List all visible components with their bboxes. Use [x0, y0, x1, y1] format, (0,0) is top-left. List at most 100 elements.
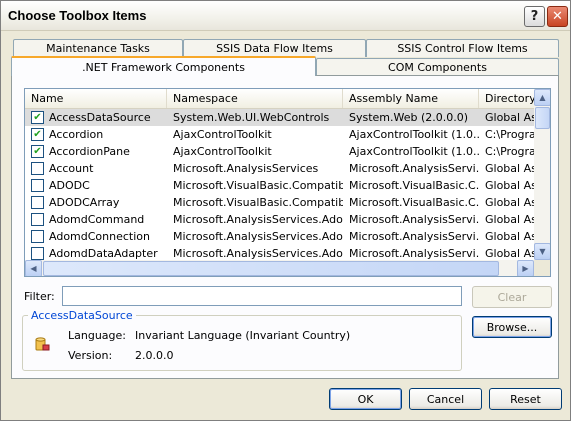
- browse-button[interactable]: Browse...: [472, 316, 552, 338]
- column-header-name[interactable]: Name: [25, 89, 167, 108]
- scroll-left-button[interactable]: ◀: [25, 260, 42, 276]
- close-button[interactable]: ✕: [547, 6, 568, 27]
- component-icon: [35, 337, 50, 351]
- scroll-up-icon: ▲: [539, 93, 546, 102]
- list-item[interactable]: ✔ Accordion AjaxControlToolkit AjaxControlT…: [25, 126, 535, 143]
- title-bar[interactable]: Choose Toolbox Items ? ✕: [1, 1, 570, 31]
- clear-button[interactable]: Clear: [472, 286, 552, 308]
- item-directory: Global Ass: [485, 196, 535, 209]
- item-namespace: AjaxControlToolkit: [173, 128, 272, 141]
- filter-label: Filter:: [24, 290, 55, 303]
- item-namespace: AjaxControlToolkit: [173, 145, 272, 158]
- scroll-up-button[interactable]: ▲: [534, 89, 550, 106]
- item-namespace: Microsoft.VisualBasic.Compatibi...: [173, 196, 343, 209]
- item-checkbox[interactable]: [31, 213, 44, 226]
- item-namespace: System.Web.UI.WebControls: [173, 111, 330, 124]
- ok-button[interactable]: OK: [329, 388, 402, 410]
- filter-input[interactable]: [62, 286, 462, 306]
- item-directory: Global Ass: [485, 230, 535, 243]
- item-name: AdomdCommand: [49, 213, 145, 226]
- tab-maintenance-tasks[interactable]: Maintenance Tasks: [13, 39, 183, 57]
- reset-button-label: Reset: [510, 392, 541, 406]
- cancel-button[interactable]: Cancel: [409, 388, 482, 410]
- close-icon: ✕: [552, 9, 563, 24]
- item-assembly-name: AjaxControlToolkit (1.0...: [349, 145, 479, 158]
- item-checkbox[interactable]: ✔: [31, 111, 44, 124]
- list-item[interactable]: Account Microsoft.AnalysisServices Microso…: [25, 160, 535, 177]
- item-namespace: Microsoft.AnalysisServices.Ado...: [173, 213, 343, 226]
- item-directory: Global Ass: [485, 162, 535, 175]
- item-name: AccordionPane: [49, 145, 130, 158]
- item-name: Accordion: [49, 128, 104, 141]
- scroll-right-icon: ▶: [522, 264, 529, 273]
- item-directory: C:\Progra: [485, 145, 535, 158]
- scroll-right-button[interactable]: ▶: [517, 260, 534, 276]
- tab-net-framework-components[interactable]: .NET Framework Components: [11, 56, 316, 76]
- list-item[interactable]: ADODC Microsoft.VisualBasic.Compatibi... M…: [25, 177, 535, 194]
- column-header-namespace[interactable]: Namespace: [167, 89, 343, 108]
- scroll-down-icon: ▼: [539, 247, 546, 256]
- item-checkbox[interactable]: [31, 162, 44, 175]
- item-name: ADODC: [49, 179, 90, 192]
- item-assembly-name: AjaxControlToolkit (1.0...: [349, 128, 479, 141]
- list-item[interactable]: AdomdConnection Microsoft.AnalysisService…: [25, 228, 535, 245]
- window-title: Choose Toolbox Items: [8, 8, 147, 23]
- item-assembly-name: Microsoft.AnalysisServi...: [349, 213, 479, 226]
- item-directory: Global Ass: [485, 213, 535, 226]
- item-name: AdomdConnection: [49, 230, 150, 243]
- tab-label: SSIS Control Flow Items: [397, 42, 528, 55]
- item-assembly-name: Microsoft.AnalysisServi...: [349, 162, 479, 175]
- item-checkbox[interactable]: ✔: [31, 128, 44, 141]
- scroll-down-button[interactable]: ▼: [534, 243, 550, 260]
- item-assembly-name: Microsoft.VisualBasic.C...: [349, 196, 479, 209]
- version-value: 2.0.0.0: [135, 349, 174, 362]
- item-assembly-name: System.Web (2.0.0.0): [349, 111, 469, 124]
- list-item[interactable]: ✔ AccordionPane AjaxControlToolkit AjaxCont…: [25, 143, 535, 160]
- version-label: Version:: [68, 349, 113, 362]
- list-item[interactable]: ADODCArray Microsoft.VisualBasic.Compatib…: [25, 194, 535, 211]
- details-group-title: AccessDataSource: [28, 309, 136, 322]
- language-label: Language:: [68, 329, 126, 342]
- item-namespace: Microsoft.AnalysisServices: [173, 162, 319, 175]
- list-item[interactable]: ✔ AccessDataSource System.Web.UI.WebContro…: [25, 109, 535, 126]
- horizontal-scrollbar[interactable]: ◀ ▶: [25, 260, 534, 276]
- scroll-left-icon: ◀: [30, 264, 37, 273]
- item-name: ADODCArray: [49, 196, 120, 209]
- tab-label: Maintenance Tasks: [46, 42, 150, 55]
- tab-ssis-control-flow-items[interactable]: SSIS Control Flow Items: [366, 39, 559, 57]
- tab-label: SSIS Data Flow Items: [216, 42, 333, 55]
- help-button[interactable]: ?: [524, 6, 545, 27]
- item-namespace: Microsoft.AnalysisServices.Ado...: [173, 230, 343, 243]
- cancel-button-label: Cancel: [426, 392, 465, 406]
- reset-button[interactable]: Reset: [489, 388, 562, 410]
- column-header-assembly-name[interactable]: Assembly Name: [343, 89, 479, 108]
- components-list[interactable]: Name Namespace Assembly Name Directory ✔…: [24, 88, 551, 277]
- item-assembly-name: Microsoft.AnalysisServi...: [349, 230, 479, 243]
- item-directory: C:\Progra: [485, 128, 535, 141]
- item-name: AccessDataSource: [49, 111, 151, 124]
- language-value: Invariant Language (Invariant Country): [135, 329, 351, 342]
- scroll-corner: [534, 260, 550, 276]
- column-header-directory[interactable]: Directory: [479, 89, 539, 108]
- details-groupbox: [22, 315, 462, 371]
- item-checkbox[interactable]: [31, 230, 44, 243]
- item-directory: Global Ass: [485, 111, 535, 124]
- list-header: Name Namespace Assembly Name Directory: [25, 89, 536, 109]
- tab-label: .NET Framework Components: [82, 60, 245, 74]
- help-icon: ?: [530, 9, 539, 24]
- item-checkbox[interactable]: [31, 179, 44, 192]
- item-checkbox[interactable]: [31, 196, 44, 209]
- list-item[interactable]: AdomdCommand Microsoft.AnalysisServices.A…: [25, 211, 535, 228]
- item-namespace: Microsoft.VisualBasic.Compatibi...: [173, 179, 343, 192]
- choose-toolbox-items-dialog: Choose Toolbox Items ? ✕ Maintenance Tas…: [0, 0, 571, 421]
- ok-button-label: OK: [357, 392, 374, 406]
- tab-ssis-data-flow-items[interactable]: SSIS Data Flow Items: [183, 39, 366, 57]
- vertical-scroll-thumb[interactable]: [535, 107, 550, 129]
- item-checkbox[interactable]: ✔: [31, 145, 44, 158]
- item-checkbox[interactable]: [31, 247, 44, 260]
- vertical-scrollbar[interactable]: ▲ ▼: [534, 89, 550, 260]
- clear-button-label: Clear: [497, 290, 527, 304]
- tab-com-components[interactable]: COM Components: [316, 58, 559, 76]
- item-assembly-name: Microsoft.VisualBasic.C...: [349, 179, 479, 192]
- horizontal-scroll-thumb[interactable]: [43, 261, 499, 276]
